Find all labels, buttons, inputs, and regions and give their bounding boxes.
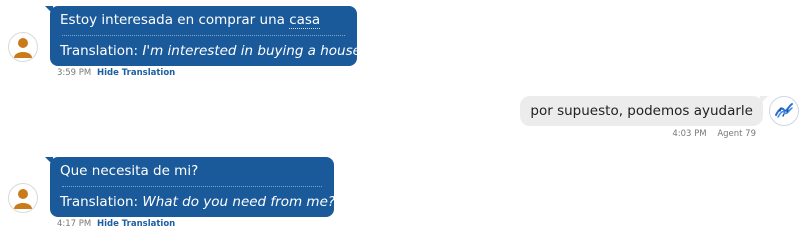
translation-text: Translation: I'm interested in buying a … [60,43,366,59]
customer-message-bubble: Estoy interesada en comprar una casa Tra… [45,6,366,66]
highlighted-word: casa [289,12,321,29]
agent-logo-icon [775,103,793,118]
original-text: Que necesita de mi? [60,163,199,179]
customer-avatar [8,183,38,213]
message-meta: 4:17 PM Hide Translation [57,219,175,229]
translation-text: Translation: What do you need from me? [60,194,336,210]
message-time: 4:17 PM [57,219,92,229]
message-time: 4:03 PM [672,129,707,139]
agent-name: Agent 79 [717,129,756,139]
original-text: Estoy interesada en comprar una casa [60,12,321,29]
message-meta: 4:03 PM Agent 79 [672,129,756,139]
user-icon [14,189,32,209]
message-meta: 3:59 PM Hide Translation [57,68,175,78]
message-time: 3:59 PM [57,68,92,78]
customer-message-bubble: Que necesita de mi? Translation: What do… [45,157,336,217]
agent-avatar [769,96,799,126]
customer-avatar [8,32,38,62]
hide-translation-link[interactable]: Hide Translation [97,68,175,78]
agent-message-bubble: por supuesto, podemos ayudarle [520,96,768,126]
user-icon [14,38,32,58]
hide-translation-link[interactable]: Hide Translation [97,219,175,229]
